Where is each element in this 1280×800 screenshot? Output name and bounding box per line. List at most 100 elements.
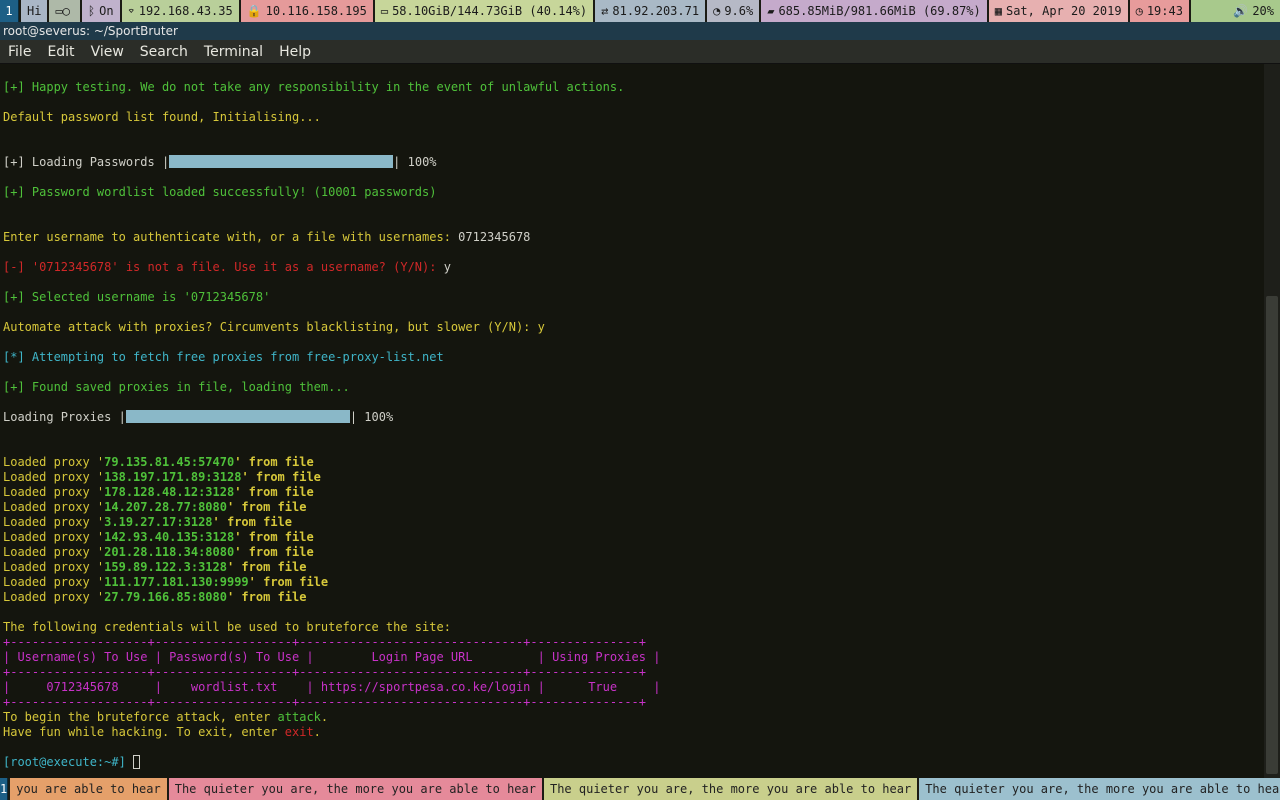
begin-command: attack [277,710,321,724]
scrollbar-thumb[interactable] [1266,296,1278,774]
proxy-suffix: ' from file [226,590,307,604]
pw-loaded-line: [+] Password wordlist loaded successfull… [3,185,437,199]
proxy-prefix: Loaded proxy ' [3,485,105,499]
bluetooth-icon: ᛒ [87,4,96,18]
time-value: 19:43 [1146,4,1183,18]
bottom-workspace-indicator[interactable]: 1 [0,778,9,800]
fetch-proxies-line: [*] Attempting to fetch free proxies fro… [3,350,444,364]
status-bar: 1 Hi ▭◯ ᛒ On ⌔ 192.168.43.35 🔒 10.116.158.195 ▭ 5… [0,0,1280,22]
menu-terminal[interactable]: Terminal [196,40,271,64]
greeting-value: Hi [27,4,42,18]
proxy-line: Loaded proxy '27.79.166.85:8080' from fi… [3,590,306,605]
loading-px-suffix: | 100% [349,410,394,424]
text-cursor[interactable] [133,755,141,769]
fun-prefix: Have fun while hacking. To exit, enter [3,725,285,739]
menu-view[interactable]: View [83,40,132,64]
proxy-address: 178.128.48.12:3128 [104,485,235,499]
vpn-icon: 🔒 [246,4,262,18]
menu-bar: File Edit View Search Terminal Help [0,40,1280,64]
menu-file[interactable]: File [0,40,39,64]
prompt-line[interactable]: [root@execute:~#] [3,755,141,770]
status-date: ▦ Sat, Apr 20 2019 [986,0,1128,22]
proxy-suffix: ' from file [241,470,321,484]
cpu-value: 9.6% [724,4,754,18]
happy-line: [+] Happy testing. We do not take any re… [3,80,625,94]
date-value: Sat, Apr 20 2019 [1005,4,1122,18]
creds-intro-line: The following credentials will be used t… [3,620,451,634]
status-battery-bluetooth: ▭◯ [47,0,80,22]
proxy-prefix: Loaded proxy ' [3,515,105,529]
proxy-prefix: Loaded proxy ' [3,575,105,589]
status-memory: ▰ 685.85MiB/981.66MiB (69.87%) [759,0,987,22]
status-greeting: Hi [19,0,48,22]
proxy-suffix: ' from file [212,515,293,529]
menu-search[interactable]: Search [132,40,196,64]
found-saved-line: [+] Found saved proxies in file, loading… [3,380,350,394]
proxy-address: 201.28.118.34:8080 [104,545,235,559]
menu-help[interactable]: Help [271,40,319,64]
loading-pw-prefix: [+] Loading Passwords | [3,155,170,169]
proxy-line: Loaded proxy '111.177.181.130:9999' from… [3,575,328,590]
proxy-address: 3.19.27.17:3128 [104,515,213,529]
table-border-bottom: +-------------------+-------------------… [3,695,646,709]
proxy-prefix: Loaded proxy ' [3,530,105,544]
proxy-suffix: ' from file [234,530,314,544]
proxy-line: Loaded proxy '79.135.81.45:57470' from f… [3,455,314,470]
table-border-top: +-------------------+-------------------… [3,635,646,649]
shell-prompt: [root@execute:~#] [3,755,134,769]
cpu-icon: ◔ [713,4,721,18]
not-file-answer: y [443,260,451,274]
proxy-prefix: Loaded proxy ' [3,560,105,574]
menu-edit[interactable]: Edit [39,40,82,64]
wifi-value: 192.168.43.35 [138,4,233,18]
proxy-address: 138.197.171.89:3128 [104,470,242,484]
loading-proxies-line: Loading Proxies | | 100% [3,410,393,425]
status-network: ⇄ 81.92.203.71 [593,0,706,22]
table-header: | Username(s) To Use | Password(s) To Us… [3,650,661,664]
memory-value: 685.85MiB/981.66MiB (69.87%) [778,4,981,18]
vpn-value: 10.116.158.195 [265,4,367,18]
scrollbar[interactable] [1264,64,1280,778]
window-title: root@severus: ~/SportBruter [0,22,1280,40]
proxy-line: Loaded proxy '178.128.48.12:3128' from f… [3,485,314,500]
terminal-output[interactable]: [+] Happy testing. We do not take any re… [0,64,1264,778]
proxy-address: 79.135.81.45:57470 [104,455,235,469]
begin-line: To begin the bruteforce attack, enter at… [3,710,328,725]
status-wifi: ⌔ 192.168.43.35 [119,0,239,22]
table-border-mid: +-------------------+-------------------… [3,665,646,679]
passwords-progress-bar [169,155,394,168]
proxy-address: 111.177.181.130:9999 [104,575,249,589]
fun-line: Have fun while hacking. To exit, enter e… [3,725,321,740]
proxy-prefix: Loaded proxy ' [3,545,105,559]
proxy-prefix: Loaded proxy ' [3,470,105,484]
workspace-indicator[interactable]: 1 [0,0,19,22]
proxy-prefix: Loaded proxy ' [3,455,105,469]
proxy-line: Loaded proxy '138.197.171.89:3128' from … [3,470,321,485]
status-time: ◷ 19:43 [1127,0,1189,22]
proxy-suffix: ' from file [234,485,314,499]
status-cpu: ◔ 9.6% [705,0,760,22]
enter-user-value: 0712345678 [458,230,531,244]
proxy-suffix: ' from file [248,575,329,589]
wifi-icon: ⌔ [127,4,135,18]
not-file-line: [-] '0712345678' is not a file. Use it a… [3,260,451,275]
proxy-suffix: ' from file [234,545,314,559]
loading-pw-suffix: | 100% [393,155,437,169]
begin-end: . [320,710,329,724]
begin-prefix: To begin the bruteforce attack, enter [3,710,278,724]
disk-value: 58.10GiB/144.73GiB (40.14%) [392,4,588,18]
proxy-prefix: Loaded proxy ' [3,590,105,604]
proxy-address: 14.207.28.77:8080 [104,500,227,514]
proxy-suffix: ' from file [226,560,307,574]
proxy-line: Loaded proxy '159.89.122.3:3128' from fi… [3,560,306,575]
proxy-suffix: ' from file [234,455,314,469]
disk-icon: ▭ [380,4,389,18]
proxy-line: Loaded proxy '142.93.40.135:3128' from f… [3,530,314,545]
exit-command: exit [284,725,314,739]
enter-username-line: Enter username to authenticate with, or … [3,230,530,245]
proxy-address: 142.93.40.135:3128 [104,530,235,544]
fun-end: . [313,725,321,739]
proxies-prompt-line: Automate attack with proxies? Circumvent… [3,320,545,334]
proxy-line: Loaded proxy '3.19.27.17:3128' from file [3,515,292,530]
loading-passwords-line: [+] Loading Passwords | | 100% [3,155,437,170]
